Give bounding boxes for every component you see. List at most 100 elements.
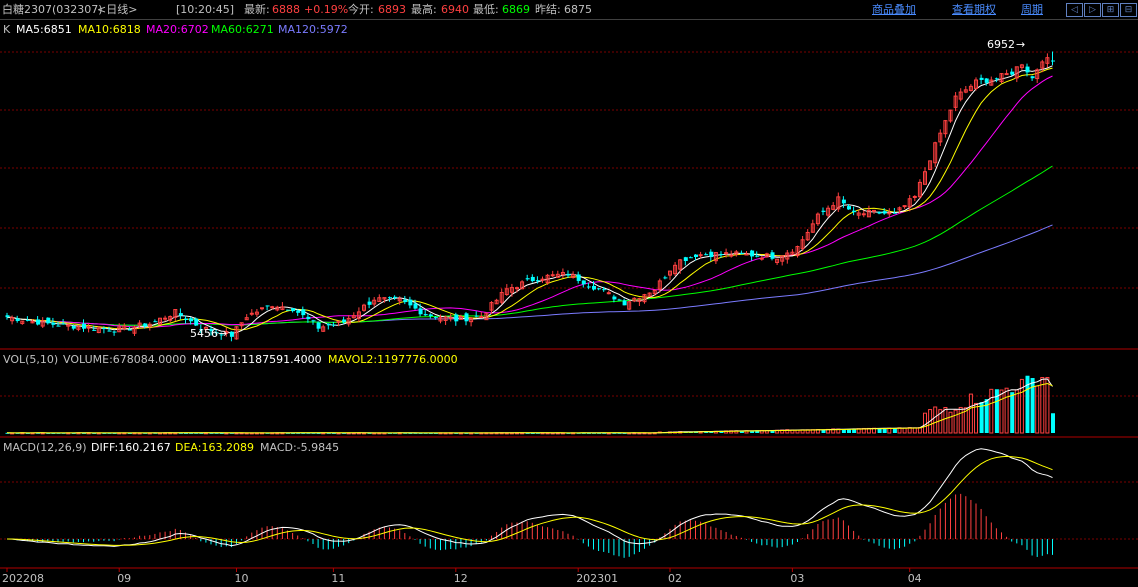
x-tick-label: 09 [117, 572, 131, 585]
ma60-line [6, 165, 1053, 326]
candle-body [755, 255, 760, 257]
legend-volume: VOLUME:678084.0000 [63, 353, 186, 366]
candle-body [413, 303, 418, 309]
candle-body [291, 308, 296, 312]
candle-body [265, 305, 270, 307]
legend-ma10: MA10:6818 [78, 23, 141, 36]
candle-body [296, 310, 301, 313]
legend-k: K [3, 23, 11, 36]
candle-body [688, 257, 693, 259]
legend-dea: DEA:163.2089 [175, 441, 254, 454]
candle-body [841, 199, 846, 204]
ma10-line [6, 67, 1053, 331]
candle-body [403, 299, 408, 303]
volume-bar [1051, 413, 1055, 433]
price-panel[interactable] [5, 51, 1056, 342]
macd-panel[interactable] [6, 448, 1053, 558]
volume-bar [953, 409, 958, 434]
legend-diff: DIFF:160.2167 [91, 441, 171, 454]
volume-bar [912, 427, 917, 434]
candle-body [448, 317, 453, 320]
candle-body [229, 331, 234, 337]
candle-body [194, 318, 199, 326]
candle-body [189, 318, 194, 322]
candle-body [592, 285, 596, 290]
candle-body [892, 212, 897, 214]
candle-body [994, 78, 999, 80]
candle-body [46, 317, 51, 324]
volume-bar [1035, 385, 1040, 434]
volume-bar [958, 406, 963, 434]
candle-body [683, 257, 688, 262]
volume-bar [1004, 387, 1009, 434]
candle-body [1025, 66, 1030, 73]
candle-body [724, 252, 729, 255]
candle-body [852, 210, 857, 213]
candle-body [331, 324, 336, 326]
candle-body [474, 315, 479, 317]
candle-body [729, 254, 734, 257]
high-annotation-arrow: → [1016, 38, 1025, 51]
volume-bar [943, 406, 948, 434]
candle-body [71, 326, 76, 329]
volume-bar [933, 406, 938, 434]
candle-body [550, 274, 555, 277]
high-annotation: 6952 [987, 38, 1015, 51]
candle-body [979, 77, 984, 80]
candle-body [51, 322, 56, 325]
candle-body [586, 286, 591, 288]
x-tick-label: 03 [790, 572, 804, 585]
candle-body [5, 315, 10, 318]
candle-body [770, 252, 775, 259]
volume-bar [979, 402, 984, 433]
candle-body [286, 309, 290, 311]
candle-body [581, 280, 586, 285]
candle-body [694, 254, 698, 258]
candle-body [759, 257, 764, 260]
legend-vol: VOL(5,10) [3, 353, 58, 366]
candle-body [606, 292, 611, 295]
kline-chart[interactable]: 202208 09 10 11 12 202301 02 03 04 K MA5:6851 MA… [0, 0, 1138, 587]
candle-body [1051, 60, 1055, 62]
candle-body [1030, 76, 1035, 79]
candle-body [454, 314, 459, 322]
candle-body [15, 318, 20, 322]
candle-body [82, 323, 86, 329]
candle-body [260, 307, 264, 310]
volume-bar [1040, 377, 1045, 434]
candle-body [249, 312, 254, 315]
candle-body [92, 329, 97, 331]
candle-body [530, 276, 535, 282]
candle-body [821, 210, 826, 212]
candle-body [301, 309, 306, 316]
candle-body [311, 320, 316, 322]
candle-body [535, 280, 540, 282]
legend-ma20: MA20:6702 [146, 23, 209, 36]
candle-body [861, 213, 866, 216]
candle-body [597, 288, 602, 290]
x-tick-label: 10 [235, 572, 249, 585]
x-tick-label: 04 [908, 572, 922, 585]
candle-body [479, 315, 484, 318]
candle-body [153, 321, 158, 323]
legend-ma5: MA5:6851 [16, 23, 72, 36]
candle-body [464, 313, 469, 322]
candle-body [704, 254, 709, 256]
candle-body [36, 319, 41, 325]
x-tick-label: 202301 [576, 572, 618, 585]
volume-bar [968, 393, 973, 434]
candle-body [1010, 71, 1015, 75]
candle-body [566, 273, 571, 276]
candle-body [709, 251, 714, 258]
candle-body [25, 319, 30, 321]
candle-body [393, 296, 398, 298]
volume-panel[interactable] [5, 375, 1056, 435]
candle-body [612, 296, 617, 300]
candle-body [622, 300, 627, 306]
candle-body [663, 277, 668, 279]
x-tick-label: 11 [331, 572, 345, 585]
candle-body [984, 78, 989, 83]
x-tick-label: 202208 [2, 572, 44, 585]
mavol2-line [6, 382, 1053, 434]
candle-body [617, 299, 622, 301]
